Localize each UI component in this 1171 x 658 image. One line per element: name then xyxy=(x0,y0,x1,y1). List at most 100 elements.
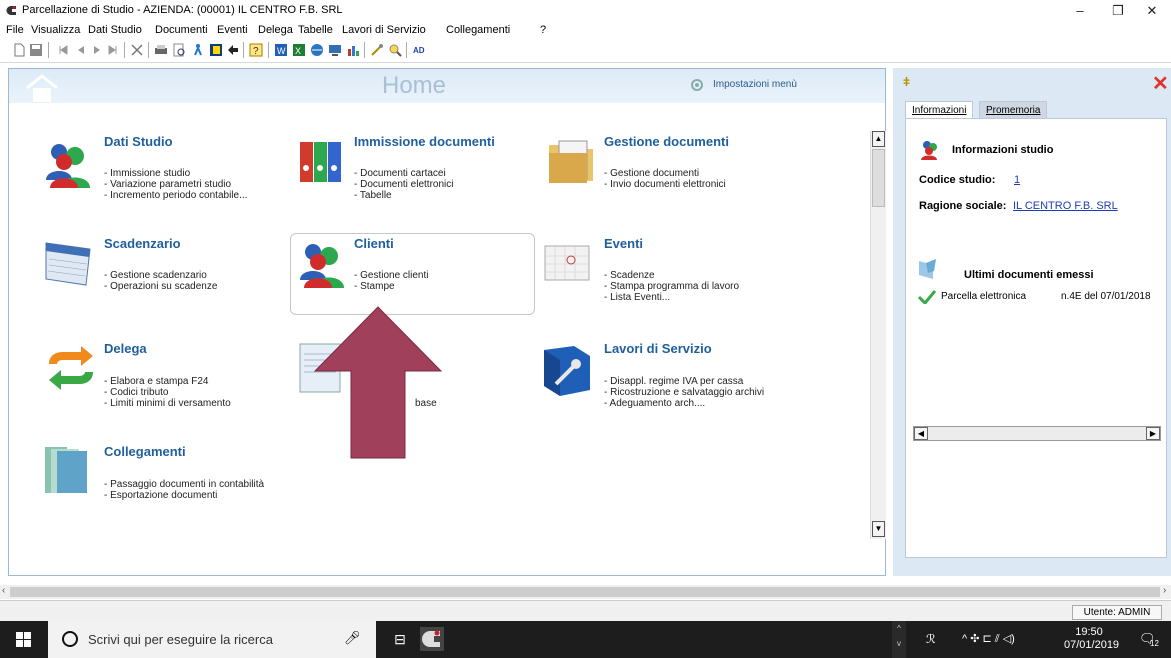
item-line[interactable]: - Invio documenti elettronici xyxy=(604,179,726,190)
minimize-button[interactable]: – xyxy=(1061,0,1099,22)
item-line[interactable]: - Ricostruzione e salvataggio archivi xyxy=(604,387,764,398)
item-line[interactable]: - Gestione clienti xyxy=(354,270,428,281)
menu-lavori-di-servizio[interactable]: Lavori di Servizio xyxy=(342,24,426,36)
item-line[interactable]: - Esportazione documenti xyxy=(104,490,217,501)
main-horizontal-scrollbar[interactable]: ‹ › xyxy=(0,585,1171,599)
scroll-down-icon[interactable]: ▼ xyxy=(872,521,885,537)
gear-icon[interactable] xyxy=(689,77,705,93)
item-heading[interactable]: Gestione documenti xyxy=(604,134,729,149)
maximize-button[interactable]: ❐ xyxy=(1099,0,1137,22)
first-record-icon[interactable] xyxy=(56,43,70,57)
people-icon xyxy=(46,144,90,188)
internet-icon[interactable] xyxy=(310,43,324,57)
item-heading[interactable]: Eventi xyxy=(604,236,643,251)
green-folder-icon xyxy=(45,447,87,493)
item-line[interactable]: - Incremento periodo contabile... xyxy=(104,190,247,201)
item-heading[interactable]: Immissione documenti xyxy=(354,134,495,149)
item-heading[interactable]: Clienti xyxy=(354,236,394,251)
help-icon[interactable]: ? xyxy=(249,43,263,57)
tray-icons[interactable]: ^ ✣ ⊏ ⫽ ◁) xyxy=(962,632,1015,646)
menu-visualizza[interactable]: Visualizza xyxy=(31,24,80,36)
item-line[interactable]: - Gestione documenti xyxy=(604,168,699,179)
search-box[interactable]: Scrivi qui per eseguire la ricerca 🎤︎ xyxy=(48,621,376,658)
pin-icon[interactable]: ǂ xyxy=(903,75,910,89)
item-line[interactable]: - Codici tributo xyxy=(104,387,168,398)
item-line[interactable]: - Lista Eventi... xyxy=(604,292,670,303)
scroll-right-icon[interactable]: › xyxy=(1163,585,1166,596)
home-house-icon[interactable] xyxy=(23,73,61,103)
menu-collegamenti[interactable]: Collegamenti xyxy=(446,24,510,36)
menu-eventi[interactable]: Eventi xyxy=(217,24,248,36)
scroll-left-icon[interactable]: ‹ xyxy=(2,585,5,596)
item-line[interactable]: - Adeguamento arch.... xyxy=(604,398,705,409)
delete-icon[interactable] xyxy=(130,43,144,57)
item-heading[interactable]: Collegamenti xyxy=(104,444,186,459)
chart-icon[interactable] xyxy=(346,43,360,57)
menu-help[interactable]: ? xyxy=(540,24,546,36)
item-line[interactable]: - Disappl. regime IVA per cassa xyxy=(604,376,743,387)
tools-icon[interactable] xyxy=(370,43,384,57)
doc-info[interactable]: n.4E del 07/01/2018 xyxy=(1061,291,1151,302)
home-vertical-scrollbar[interactable]: ▲ ▼ xyxy=(870,131,886,539)
window-icon[interactable] xyxy=(209,43,223,57)
menu-delega[interactable]: Delega xyxy=(258,24,293,36)
scroll-thumb[interactable] xyxy=(872,149,885,207)
microphone-icon[interactable]: 🎤︎ xyxy=(344,630,361,646)
ad-icon[interactable]: AD xyxy=(412,43,426,57)
menu-dati-studio[interactable]: Dati Studio xyxy=(88,24,142,36)
save-icon[interactable] xyxy=(29,43,43,57)
previous-record-icon[interactable] xyxy=(74,43,88,57)
last-record-icon[interactable] xyxy=(106,43,120,57)
item-line[interactable]: - Documenti cartacei xyxy=(354,168,446,179)
new-document-icon[interactable] xyxy=(12,43,26,57)
clock[interactable]: 19:50 07/01/2019 xyxy=(1064,626,1119,652)
item-line[interactable]: - Passaggio documenti in contabilità xyxy=(104,479,264,490)
run-icon[interactable] xyxy=(191,43,205,57)
keyboard-icon[interactable]: ℛ xyxy=(926,632,936,646)
item-heading[interactable]: Dati Studio xyxy=(104,134,173,149)
windows-start-icon[interactable] xyxy=(0,621,48,658)
item-heading[interactable]: Lavori di Servizio xyxy=(604,341,712,356)
menu-tabelle[interactable]: Tabelle xyxy=(298,24,333,36)
print-icon[interactable] xyxy=(154,43,168,57)
search-tool-icon[interactable] xyxy=(388,43,402,57)
scroll-left-icon[interactable]: ◀ xyxy=(914,427,928,440)
item-line[interactable]: - Variazione parametri studio xyxy=(104,179,231,190)
item-line[interactable]: - Stampe xyxy=(354,281,395,292)
panel-close-icon[interactable]: ✕ xyxy=(1152,71,1169,96)
item-heading[interactable]: Delega xyxy=(104,341,147,356)
menu-file[interactable]: File xyxy=(6,24,24,36)
item-line[interactable]: - Limiti minimi di versamento xyxy=(104,398,231,409)
item-line[interactable]: - Elabora e stampa F24 xyxy=(104,376,209,387)
tab-informazioni[interactable]: Informazioni xyxy=(905,101,974,119)
next-record-icon[interactable] xyxy=(90,43,104,57)
item-heading[interactable]: Scadenzario xyxy=(104,236,181,251)
exit-door-icon[interactable] xyxy=(226,43,240,57)
item-line[interactable]: - Stampa programma di lavoro xyxy=(604,281,739,292)
tray-scroll-icon[interactable]: ^ v xyxy=(892,621,906,658)
scroll-thumb[interactable] xyxy=(10,587,1160,597)
doc-name[interactable]: Parcella elettronica xyxy=(941,291,1026,302)
close-button[interactable]: ✕ xyxy=(1133,0,1171,22)
search-placeholder[interactable]: Scrivi qui per eseguire la ricerca xyxy=(88,632,273,647)
settings-menu-link[interactable]: Impostazioni menù xyxy=(713,79,797,90)
item-line[interactable]: - Documenti elettronici xyxy=(354,179,453,190)
monitor-icon[interactable] xyxy=(328,43,342,57)
print-preview-icon[interactable] xyxy=(172,43,186,57)
scroll-up-icon[interactable]: ▲ xyxy=(872,131,885,147)
menu-documenti[interactable]: Documenti xyxy=(155,24,208,36)
tab-promemoria[interactable]: Promemoria xyxy=(979,101,1048,119)
word-icon[interactable]: W xyxy=(274,43,288,57)
panel-horizontal-scrollbar[interactable]: ◀ ▶ xyxy=(913,426,1161,441)
item-line[interactable]: - Scadenze xyxy=(604,270,655,281)
ragione-value-link[interactable]: IL CENTRO F.B. SRL xyxy=(1013,200,1118,212)
item-line[interactable]: - Gestione scadenzario xyxy=(104,270,207,281)
codice-value-link[interactable]: 1 xyxy=(1014,174,1020,186)
app-taskbar-icon[interactable] xyxy=(420,627,444,651)
task-view-icon[interactable]: ⊟ xyxy=(378,621,422,658)
excel-icon[interactable]: X xyxy=(292,43,306,57)
scroll-right-icon[interactable]: ▶ xyxy=(1146,427,1160,440)
item-line[interactable]: - Operazioni su scadenze xyxy=(104,281,217,292)
item-line[interactable]: - Tabelle xyxy=(354,190,392,201)
item-line[interactable]: - Immissione studio xyxy=(104,168,190,179)
